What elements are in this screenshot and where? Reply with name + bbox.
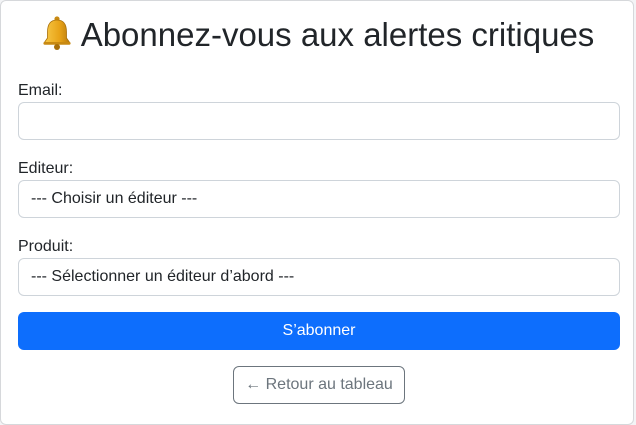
editor-label: Editeur: bbox=[18, 160, 74, 177]
email-field[interactable] bbox=[18, 102, 620, 140]
product-select[interactable]: --- Sélectionner un éditeur d’abord --- bbox=[18, 258, 620, 296]
back-to-dashboard-button[interactable]: ← Retour au tableau bbox=[233, 366, 405, 404]
editor-selected-value: --- Choisir un éditeur --- bbox=[31, 190, 198, 207]
subscribe-button[interactable]: S’abonner bbox=[18, 312, 620, 350]
bell-icon bbox=[40, 15, 74, 51]
email-label: Email: bbox=[18, 82, 63, 99]
product-selected-value: --- Sélectionner un éditeur d’abord --- bbox=[31, 268, 295, 285]
subscription-card: Abonnez-vous aux alertes critiques Email… bbox=[0, 0, 634, 425]
title-text: Abonnez-vous aux alertes critiques bbox=[80, 16, 595, 53]
page-title: Abonnez-vous aux alertes critiques bbox=[1, 15, 633, 55]
editor-select[interactable]: --- Choisir un éditeur --- bbox=[18, 180, 620, 218]
product-label: Produit: bbox=[18, 238, 74, 255]
